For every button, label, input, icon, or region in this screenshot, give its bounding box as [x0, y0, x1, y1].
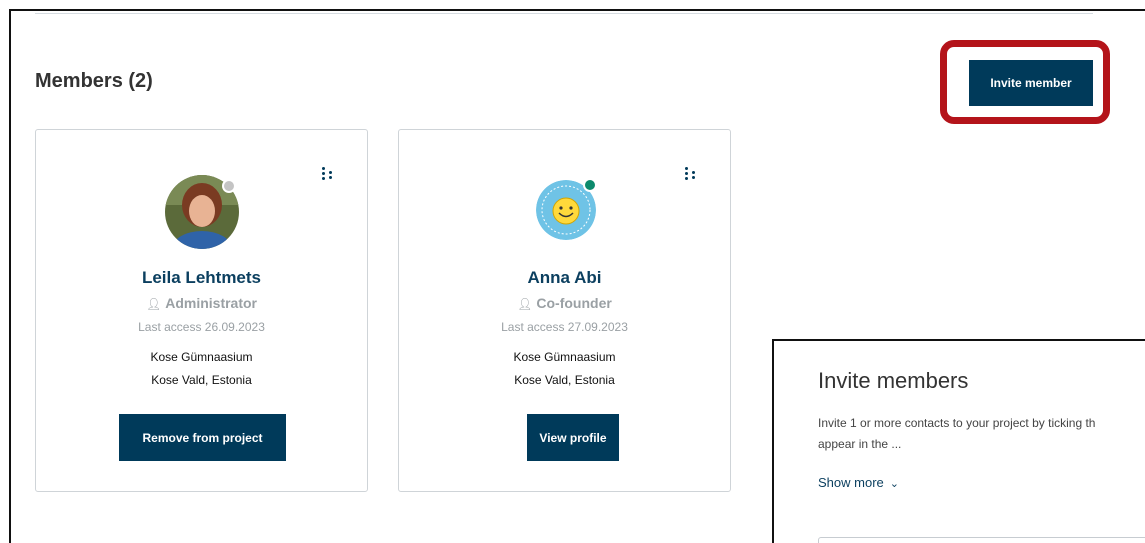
view-profile-button[interactable]: View profile — [527, 414, 619, 461]
status-indicator — [583, 178, 597, 192]
window-frame-top — [9, 9, 1145, 11]
panel-title: Invite members — [818, 368, 969, 393]
top-divider — [35, 13, 1093, 14]
invite-members-panel: Invite members Invite 1 or more contacts… — [772, 339, 1145, 543]
person-icon: 👤︎ — [517, 297, 533, 311]
person-icon: 👤︎ — [145, 297, 162, 311]
member-card: Leila Lehtmets 👤︎ Administrator Last acce… — [35, 129, 368, 492]
chevron-down-icon: ⌄ — [889, 478, 899, 490]
member-role: 👤︎ Co-founder — [517, 295, 612, 311]
member-name[interactable]: Leila Lehtmets — [36, 268, 367, 288]
member-card: Anna Abi 👤︎ Co-founder Last access 27.09.… — [398, 129, 731, 492]
panel-input-field[interactable] — [818, 537, 1145, 543]
status-indicator — [222, 179, 236, 193]
member-role: 👤︎ Administrator — [145, 295, 258, 311]
last-access: Last access 27.09.2023 — [501, 320, 628, 334]
member-name[interactable]: Anna Abi — [399, 268, 730, 288]
member-location: Kose Vald, Estonia — [151, 373, 252, 387]
kebab-menu-icon[interactable] — [682, 165, 698, 185]
member-school: Kose Gümnaasium — [150, 350, 253, 364]
members-heading: Members (2) — [35, 70, 153, 92]
kebab-menu-icon[interactable] — [319, 165, 335, 185]
panel-description: Invite 1 or more contacts to your projec… — [818, 416, 1096, 451]
highlight-annotation — [940, 40, 1110, 124]
member-school: Kose Gümnaasium — [513, 350, 616, 364]
window-frame-left — [9, 9, 11, 543]
show-more-link[interactable]: Show more ⌄ — [818, 475, 899, 490]
remove-from-project-button[interactable]: Remove from project — [119, 414, 286, 461]
last-access: Last access 26.09.2023 — [138, 320, 265, 334]
member-location: Kose Vald, Estonia — [514, 373, 615, 387]
